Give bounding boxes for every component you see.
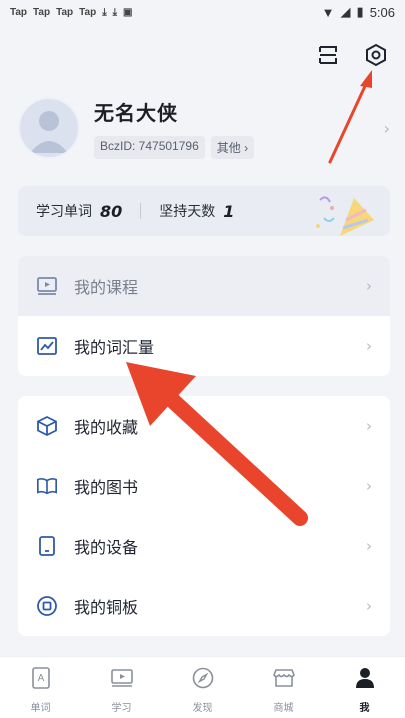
book-icon (36, 475, 58, 497)
profile-info: 无名大侠 BczID: 747501796 其他 › (94, 97, 255, 159)
learning-stats-card: 学习单词 80 坚持天数 1 (18, 186, 390, 236)
chevron-right-icon: › (383, 118, 390, 138)
profile-header[interactable]: 无名大侠 BczID: 747501796 其他 › › (18, 96, 390, 160)
menu-card-personal: 我的收藏 › 我的图书 › 我的设备 › 我的铜板 › (18, 396, 390, 636)
status-bar: Tap Tap Tap Tap ⤓ ⤓ ▣ ▼ ◢ ▮ 5:06 (0, 0, 405, 24)
tap-notification: Tap (79, 6, 97, 18)
menu-item-label: 我的设备 (74, 538, 139, 557)
app-notification-icon: ▣ (123, 6, 133, 18)
bottom-tab-bar: A 单词 学习 发现 商城 我 (0, 656, 405, 718)
chevron-right-icon: › (366, 597, 372, 615)
party-popper-icon (316, 196, 374, 236)
chevron-right-icon: › (366, 337, 372, 355)
menu-item-label: 我的铜板 (74, 598, 139, 617)
chevron-right-icon: › (366, 277, 372, 295)
menu-item-my-courses[interactable]: 我的课程 › (18, 256, 390, 316)
tab-label: 发现 (192, 703, 213, 714)
battery-icon: ▮ (356, 4, 364, 19)
chevron-right-icon: › (366, 477, 372, 495)
tab-label: 学习 (111, 703, 132, 714)
tap-notification: Tap (56, 6, 74, 18)
user-name: 无名大侠 (94, 101, 178, 125)
wifi-icon: ▼ (321, 4, 335, 20)
other-info-button[interactable]: 其他 › (210, 136, 255, 159)
user-id-badge: BczID: 747501796 (94, 136, 205, 159)
tab-label: 单词 (30, 703, 51, 714)
menu-item-label: 我的收藏 (74, 418, 139, 437)
tab-words[interactable]: A 单词 (0, 657, 81, 718)
streak-days-label: 坚持天数 (159, 204, 216, 220)
tab-me[interactable]: 我 (324, 657, 405, 718)
person-icon (354, 665, 376, 691)
tap-notification: Tap (33, 6, 51, 18)
words-learned-label: 学习单词 (36, 204, 92, 220)
clock: 5:06 (369, 4, 395, 20)
tab-discover[interactable]: 发现 (162, 657, 243, 718)
status-right: ▼ ◢ ▮ 5:06 (322, 4, 395, 20)
scan-icon[interactable] (315, 42, 341, 68)
header-actions (315, 42, 389, 68)
menu-item-my-collection[interactable]: 我的收藏 › (18, 396, 390, 456)
coin-icon (36, 595, 58, 617)
profile-chips: BczID: 747501796 其他 › (94, 136, 255, 159)
menu-item-my-coins[interactable]: 我的铜板 › (18, 576, 390, 636)
tab-study[interactable]: 学习 (81, 657, 162, 718)
stats-divider (140, 203, 142, 219)
download-icon: ⤓ (112, 6, 118, 18)
chevron-right-icon: › (366, 417, 372, 435)
menu-item-my-vocabulary[interactable]: 我的词汇量 › (18, 316, 390, 376)
settings-gear-icon[interactable] (363, 42, 389, 68)
words-learned-value: 80 (100, 201, 123, 221)
menu-item-label: 我的课程 (74, 278, 139, 297)
tab-shop[interactable]: 商城 (243, 657, 324, 718)
collection-cube-icon (36, 415, 58, 437)
course-icon (36, 275, 58, 297)
streak-days-value: 1 (223, 201, 235, 221)
word-card-icon: A (30, 665, 52, 691)
menu-card-learning: 我的课程 › 我的词汇量 › (18, 256, 390, 376)
tab-label: 我 (359, 703, 370, 714)
chevron-right-icon: › (366, 537, 372, 555)
download-icon: ⤓ (102, 6, 107, 18)
vocabulary-chart-icon (36, 335, 58, 357)
status-notifications: Tap Tap Tap Tap ⤓ ⤓ ▣ (10, 7, 132, 18)
menu-item-my-books[interactable]: 我的图书 › (18, 456, 390, 516)
compass-icon (191, 665, 215, 691)
shop-icon (271, 665, 297, 691)
tab-label: 商城 (273, 703, 294, 714)
menu-item-label: 我的词汇量 (74, 338, 155, 357)
svg-text:A: A (37, 673, 44, 684)
menu-item-my-devices[interactable]: 我的设备 › (18, 516, 390, 576)
device-icon (36, 535, 58, 557)
menu-item-label: 我的图书 (74, 478, 139, 497)
tap-notification: Tap (10, 6, 28, 18)
signal-icon: ◢ (340, 4, 351, 19)
study-screen-icon (110, 665, 134, 691)
avatar[interactable] (18, 97, 80, 159)
